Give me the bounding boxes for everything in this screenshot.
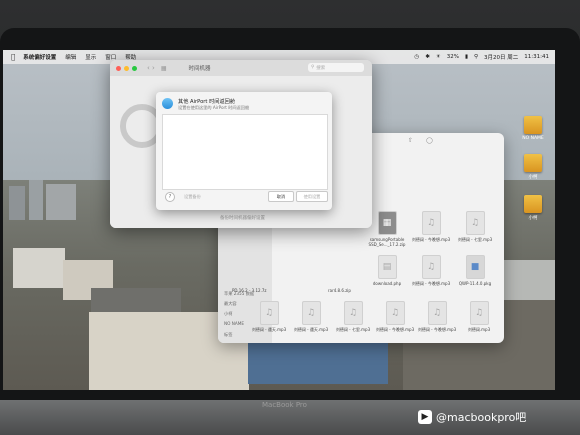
external-drive-icon xyxy=(524,116,542,134)
help-button[interactable]: ? xyxy=(165,192,175,202)
menu-bar-status: ◷ ✱ ☀ 32% ▮ ⚲ 3月20日 周二 11:31:41 xyxy=(408,50,549,64)
sidebar-item[interactable]: 最大容 xyxy=(224,301,237,307)
audio-file-icon: ♫ xyxy=(427,301,447,325)
audio-file-icon: ♫ xyxy=(465,211,485,235)
window-titlebar: ‹ › ▦ 时间机器 ⚲ 搜索 xyxy=(110,60,372,77)
minimize-button[interactable] xyxy=(124,65,129,71)
file-name: 刘德阔 - 今晚想.mp3 xyxy=(411,237,451,242)
desktop-drive-icon[interactable]: 小柯 xyxy=(515,154,551,180)
background-roof xyxy=(91,288,181,312)
device-brand-label: MacBook Pro xyxy=(262,401,307,409)
finder-file[interactable]: ■ QWP-11.4.0.pkg xyxy=(454,255,496,286)
menu-date[interactable]: 3月20日 周二 xyxy=(484,53,518,61)
apple-menu-icon[interactable]:  xyxy=(11,53,15,61)
sidebar-item[interactable]: NO NAME xyxy=(224,321,244,326)
file-name: 刘德阔 - 今晚想.mp3 xyxy=(411,281,451,286)
desktop-drive-icon[interactable]: 小柯 xyxy=(515,195,551,221)
sheet-subtitle: 设置在使用这里的 AirPort 时间返回舱 xyxy=(178,105,250,110)
use-setup-button[interactable]: 使用设置 xyxy=(296,191,328,202)
background-building xyxy=(9,186,25,220)
sidebar-item[interactable]: 标签 xyxy=(224,332,232,338)
audio-file-icon: ♫ xyxy=(469,301,489,325)
battery-icon[interactable]: ▮ xyxy=(465,54,468,60)
menu-app-name[interactable]: 系统偏好设置 xyxy=(23,53,56,61)
file-name: 刘德阔.mp3 xyxy=(467,327,491,332)
finder-file[interactable]: ♫ 刘德阔 - 七里.mp3 xyxy=(332,301,374,333)
background-building xyxy=(46,184,76,220)
package-icon: ■ xyxy=(465,255,485,279)
file-name: 刘德阔 - 遇天.mp3 xyxy=(251,327,287,332)
airport-disk-sheet[interactable]: 其他 AirPort 时间返回舱 设置在使用这里的 AirPort 时间返回舱 … xyxy=(156,92,332,210)
file-name: 刘德阔 - 七里.mp3 xyxy=(335,327,371,332)
audio-file-icon: ♫ xyxy=(343,301,363,325)
audio-file-icon: ♫ xyxy=(301,301,321,325)
menu-view[interactable]: 显示 xyxy=(85,53,96,61)
close-button[interactable] xyxy=(116,65,121,71)
finder-file[interactable]: ♫ 刘德阔 - 今晚想.mp3 xyxy=(416,301,458,333)
sidebar-item[interactable]: 小柯 xyxy=(224,311,232,317)
zoom-button[interactable] xyxy=(132,65,137,71)
desktop-drive-label: NO NAME xyxy=(522,136,544,141)
finder-file[interactable]: ♫ 刘德阔.mp3 xyxy=(458,301,500,333)
airport-icon xyxy=(162,98,173,109)
back-forward-icon[interactable]: ‹ › xyxy=(147,64,155,72)
file-name-row-label: PD 16.2 - 3.12.7z xyxy=(232,288,267,293)
search-placeholder: 搜索 xyxy=(316,65,326,71)
sheet-title: 其他 AirPort 时间返回舱 xyxy=(178,99,236,105)
share-icon[interactable]: ⇧ xyxy=(408,137,413,144)
finder-file[interactable]: ♫ 刘德阔 - 今晚想.mp3 xyxy=(410,255,452,287)
cancel-button[interactable]: 取消 xyxy=(268,191,294,202)
wifi-icon[interactable]: ☀ xyxy=(436,54,441,60)
audio-file-icon: ♫ xyxy=(385,301,405,325)
tag-icon[interactable]: ◯ xyxy=(426,137,433,144)
desktop-drive-label: 小柯 xyxy=(528,216,538,221)
file-name: samsungPortable SSD_Se..._17.2.zip xyxy=(368,237,406,247)
watermark: ▶ @macbookpro吧 xyxy=(418,409,526,425)
finder-toolbar: ⇧ ◯ xyxy=(378,137,498,147)
time-machine-status-icon[interactable]: ◷ xyxy=(414,54,419,60)
external-drive-icon xyxy=(524,154,542,172)
finder-file[interactable]: ♫ 刘德阔 - 七里.mp3 xyxy=(454,211,496,243)
watermark-text: @macbookpro吧 xyxy=(436,411,527,424)
footer-note: 备份时间机器偏好设置 xyxy=(220,216,265,221)
search-icon: ⚲ xyxy=(311,65,315,70)
background-building xyxy=(29,180,43,220)
audio-file-icon: ♫ xyxy=(259,301,279,325)
finder-file[interactable]: ♫ 刘德阔 - 今晚想.mp3 xyxy=(374,301,416,333)
file-name-row-label: rar4.8.6.zip xyxy=(328,288,351,293)
finder-file[interactable]: ♫ 刘德阔 - 遇天.mp3 xyxy=(290,301,332,333)
menu-edit[interactable]: 编辑 xyxy=(65,53,76,61)
search-field[interactable]: ⚲ 搜索 xyxy=(308,63,364,72)
file-name: 刘德阔 - 遇天.mp3 xyxy=(293,327,329,332)
show-all-grid-icon[interactable]: ▦ xyxy=(161,65,167,72)
menu-clock[interactable]: 11:31:41 xyxy=(524,54,549,60)
archive-icon: ▦ xyxy=(377,211,397,235)
spotlight-icon[interactable]: ⚲ xyxy=(474,54,478,60)
external-drive-icon xyxy=(524,195,542,213)
finder-file[interactable]: ▤ download.php xyxy=(366,255,408,286)
background-building xyxy=(503,260,555,300)
file-name: 刘德阔 - 七里.mp3 xyxy=(457,237,493,242)
desktop-drive-label: 小柯 xyxy=(528,175,538,180)
desktop-drive-icon[interactable]: NO NAME xyxy=(515,116,551,141)
finder-file[interactable]: ♫ 刘德阔 - 遇天.mp3 xyxy=(248,301,290,333)
file-name: download.php xyxy=(372,281,402,286)
mac-screen:  系统偏好设置 编辑 显示 窗口 帮助 ◷ ✱ ☀ 32% ▮ ⚲ 3月20日… xyxy=(3,50,555,390)
file-name: 刘德阔 - 今晚想.mp3 xyxy=(417,327,457,332)
audio-file-icon: ♫ xyxy=(421,211,441,235)
file-name: 刘德阔 - 今晚想.mp3 xyxy=(375,327,415,332)
window-title: 时间机器 xyxy=(188,66,211,72)
watermark-logo-icon: ▶ xyxy=(418,410,432,424)
finder-file[interactable]: ▦ samsungPortable SSD_Se..._17.2.zip xyxy=(366,211,408,247)
battery-percent[interactable]: 32% xyxy=(447,54,459,60)
audio-file-icon: ♫ xyxy=(421,255,441,279)
background-building xyxy=(13,248,65,288)
setup-backup-link[interactable]: 设置备份 xyxy=(184,194,201,200)
bluetooth-icon[interactable]: ✱ xyxy=(425,54,430,60)
device-list[interactable] xyxy=(162,114,328,190)
background-roof xyxy=(248,338,388,384)
document-icon: ▤ xyxy=(377,255,397,279)
finder-file[interactable]: ♫ 刘德阔 - 今晚想.mp3 xyxy=(410,211,452,243)
file-name: QWP-11.4.0.pkg xyxy=(458,281,492,286)
